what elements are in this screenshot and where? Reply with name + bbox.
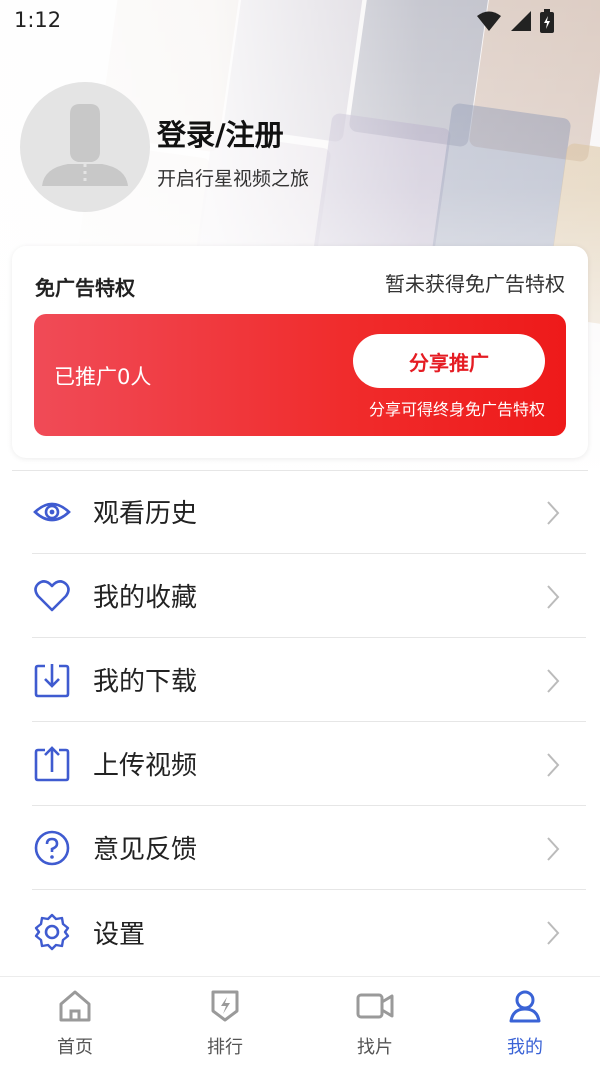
user-icon bbox=[508, 989, 542, 1027]
menu-item-watch-history[interactable]: 观看历史 bbox=[32, 470, 586, 554]
upload-icon bbox=[32, 744, 72, 784]
chevron-right-icon bbox=[546, 836, 560, 866]
menu-item-label: 上传视频 bbox=[93, 751, 198, 781]
menu-item-favorites[interactable]: 我的收藏 bbox=[32, 554, 586, 638]
menu-item-label: 我的收藏 bbox=[93, 583, 198, 613]
chevron-right-icon bbox=[546, 500, 560, 530]
menu-item-settings[interactable]: 设置 bbox=[32, 890, 586, 974]
promotion-banner: 已推广0人 分享推广 分享可得终身免广告特权 bbox=[34, 314, 566, 436]
download-icon bbox=[32, 660, 72, 700]
menu-item-downloads[interactable]: 我的下载 bbox=[32, 638, 586, 722]
status-time: 1:12 bbox=[14, 8, 62, 32]
menu-item-upload-video[interactable]: 上传视频 bbox=[32, 722, 586, 806]
gear-icon bbox=[32, 912, 72, 952]
chevron-right-icon bbox=[546, 668, 560, 698]
home-icon bbox=[58, 989, 92, 1027]
nav-tab-find-video[interactable]: 找片 bbox=[300, 977, 450, 1066]
nav-tab-mine[interactable]: 我的 bbox=[450, 977, 600, 1066]
promoted-count: 已推广0人 bbox=[54, 365, 152, 389]
nav-label: 首页 bbox=[57, 1037, 93, 1058]
question-icon bbox=[32, 828, 72, 868]
status-bar: 1:12 bbox=[0, 0, 600, 40]
avatar[interactable] bbox=[20, 82, 150, 212]
share-hint: 分享可得终身免广告特权 bbox=[368, 400, 545, 419]
signal-icon bbox=[510, 10, 532, 36]
menu-item-label: 意见反馈 bbox=[93, 835, 198, 865]
nav-label: 排行 bbox=[207, 1037, 243, 1058]
bottom-navigation: 首页 排行 找片 我的 bbox=[0, 976, 600, 1066]
share-promote-button[interactable]: 分享推广 bbox=[353, 334, 545, 388]
nav-tab-ranking[interactable]: 排行 bbox=[150, 977, 300, 1066]
default-user-icon bbox=[42, 104, 128, 186]
settings-menu: 观看历史 我的收藏 我的下载 上传视频 意见反馈 设置 bbox=[0, 470, 600, 974]
login-register-link[interactable]: 登录/注册 bbox=[157, 112, 284, 154]
wifi-icon bbox=[476, 10, 502, 36]
battery-icon bbox=[540, 9, 554, 37]
ad-free-status: 暂未获得免广告特权 bbox=[385, 272, 565, 296]
nav-tab-home[interactable]: 首页 bbox=[0, 977, 150, 1066]
eye-icon bbox=[32, 492, 72, 532]
video-camera-icon bbox=[356, 989, 394, 1027]
profile-subtitle: 开启行星视频之旅 bbox=[157, 168, 310, 190]
menu-item-label: 设置 bbox=[93, 919, 146, 950]
ad-free-title: 免广告特权 bbox=[35, 276, 135, 300]
nav-label: 找片 bbox=[357, 1037, 393, 1058]
nav-label: 我的 bbox=[507, 1037, 543, 1058]
ad-free-privilege-card: 免广告特权 暂未获得免广告特权 已推广0人 分享推广 分享可得终身免广告特权 bbox=[12, 246, 588, 458]
chevron-right-icon bbox=[546, 920, 560, 950]
chevron-right-icon bbox=[546, 752, 560, 782]
ranking-icon bbox=[208, 989, 242, 1027]
menu-item-feedback[interactable]: 意见反馈 bbox=[32, 806, 586, 890]
chevron-right-icon bbox=[546, 584, 560, 614]
heart-icon bbox=[32, 576, 72, 616]
menu-item-label: 我的下载 bbox=[93, 667, 198, 697]
menu-item-label: 观看历史 bbox=[93, 499, 198, 529]
